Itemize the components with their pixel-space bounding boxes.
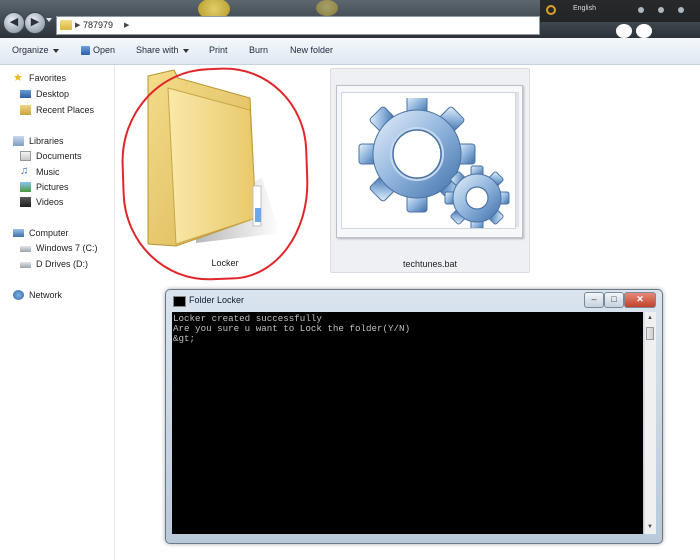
file-name-label: Locker bbox=[211, 258, 239, 268]
thumbnail-scrollbar bbox=[516, 92, 519, 227]
close-button[interactable]: ✕ bbox=[624, 292, 656, 308]
computer-icon bbox=[13, 229, 24, 237]
sidebar-item-label: Documents bbox=[36, 151, 82, 161]
sidebar-item-label: Network bbox=[29, 290, 63, 300]
tray-app-icon[interactable] bbox=[546, 5, 556, 15]
share-with-button[interactable]: Share with bbox=[136, 45, 189, 55]
back-button[interactable]: ◀ bbox=[3, 12, 25, 34]
documents-icon bbox=[20, 151, 31, 161]
desktop-icon bbox=[20, 90, 31, 98]
sidebar-item-label: Music bbox=[36, 167, 60, 177]
folder-icon bbox=[60, 20, 72, 30]
gears-icon bbox=[358, 98, 510, 228]
scroll-down-icon[interactable]: ▼ bbox=[647, 524, 653, 530]
sidebar-item-libraries[interactable]: Libraries bbox=[13, 136, 64, 146]
console-line: &gt; bbox=[173, 333, 196, 344]
navigation-pane: ★ Favorites Desktop Recent Places Librar… bbox=[0, 65, 115, 560]
sidebar-item-recent-places[interactable]: Recent Places bbox=[20, 105, 95, 115]
open-icon bbox=[81, 46, 90, 55]
open-button[interactable]: Open bbox=[93, 45, 115, 55]
console-output[interactable]: Locker created successfully Are you sure… bbox=[172, 312, 643, 534]
tray-icon[interactable] bbox=[678, 7, 684, 13]
sidebar-item-drive-d[interactable]: D Drives (D:) bbox=[20, 259, 88, 269]
forward-button[interactable]: ▶ bbox=[24, 12, 46, 34]
console-line: Are you sure u want to Lock the folder(Y… bbox=[173, 323, 411, 334]
command-toolbar: Organize Open Share with Print Burn New … bbox=[0, 38, 700, 65]
sidebar-item-documents[interactable]: Documents bbox=[20, 151, 82, 161]
tray-icon[interactable] bbox=[638, 7, 644, 13]
sidebar-item-label: Recent Places bbox=[36, 105, 95, 115]
burn-button[interactable]: Burn bbox=[249, 45, 268, 55]
wallpaper-eyes-decoration bbox=[616, 24, 656, 38]
sidebar-item-label: Libraries bbox=[29, 136, 64, 146]
annotation-circle bbox=[118, 64, 312, 284]
scroll-thumb[interactable] bbox=[646, 327, 654, 340]
sidebar-item-label: Favorites bbox=[29, 73, 67, 83]
sidebar-item-label: Videos bbox=[36, 197, 64, 207]
music-icon: ♫ bbox=[20, 165, 29, 177]
sidebar-item-music[interactable]: ♫ Music bbox=[20, 165, 60, 177]
chevron-right-icon[interactable]: ▶ bbox=[124, 21, 129, 29]
file-item-locker[interactable]: Locker bbox=[118, 64, 312, 284]
console-window[interactable]: Folder Locker – □ ✕ Locker created succe… bbox=[165, 289, 663, 544]
videos-icon bbox=[20, 197, 31, 207]
sidebar-item-label: Pictures bbox=[36, 182, 69, 192]
organize-button[interactable]: Organize bbox=[12, 45, 59, 55]
sidebar-item-drive-c[interactable]: Windows 7 (C:) bbox=[20, 243, 98, 253]
console-icon bbox=[173, 296, 186, 307]
scroll-up-icon[interactable]: ▲ bbox=[647, 315, 653, 321]
system-tray: English bbox=[540, 0, 700, 22]
back-arrow-icon: ◀ bbox=[9, 16, 19, 28]
sidebar-item-label: Computer bbox=[29, 228, 69, 238]
drive-icon bbox=[20, 262, 31, 268]
maximize-button[interactable]: □ bbox=[604, 292, 624, 308]
sidebar-item-desktop[interactable]: Desktop bbox=[20, 89, 70, 99]
file-thumbnail bbox=[336, 85, 523, 238]
forward-arrow-icon: ▶ bbox=[30, 16, 40, 28]
tray-icon[interactable] bbox=[658, 7, 664, 13]
language-indicator[interactable]: English bbox=[573, 5, 596, 12]
sidebar-item-label: Windows 7 (C:) bbox=[36, 243, 98, 253]
wallpaper-smiley-decoration bbox=[316, 0, 338, 16]
sidebar-item-label: D Drives (D:) bbox=[36, 259, 88, 269]
organize-label: Organize bbox=[12, 45, 49, 55]
sidebar-item-computer[interactable]: Computer bbox=[13, 228, 69, 238]
sidebar-item-videos[interactable]: Videos bbox=[20, 197, 64, 207]
drive-icon bbox=[20, 246, 31, 252]
console-title: Folder Locker bbox=[189, 295, 245, 305]
pictures-icon bbox=[20, 182, 31, 192]
network-icon bbox=[13, 290, 24, 300]
print-button[interactable]: Print bbox=[209, 45, 228, 55]
share-with-label: Share with bbox=[136, 45, 179, 55]
chevron-down-icon bbox=[52, 48, 59, 53]
recent-pages-dropdown[interactable] bbox=[46, 18, 52, 22]
address-bar[interactable]: ▶ 787979 ▶ bbox=[56, 16, 540, 35]
file-name-label: techtunes.bat bbox=[402, 259, 458, 269]
libraries-icon bbox=[13, 136, 24, 146]
star-icon: ★ bbox=[13, 72, 23, 84]
minimize-button[interactable]: – bbox=[584, 292, 604, 308]
new-folder-button[interactable]: New folder bbox=[290, 45, 333, 55]
sidebar-item-pictures[interactable]: Pictures bbox=[20, 182, 69, 192]
console-scrollbar[interactable]: ▲ ▼ bbox=[644, 312, 656, 534]
sidebar-item-network[interactable]: Network bbox=[13, 290, 63, 300]
chevron-right-icon[interactable]: ▶ bbox=[75, 21, 80, 29]
recent-places-icon bbox=[20, 105, 31, 115]
sidebar-item-favorites[interactable]: ★ Favorites bbox=[13, 72, 67, 84]
sidebar-item-label: Desktop bbox=[36, 89, 70, 99]
chevron-down-icon bbox=[182, 48, 189, 53]
address-path[interactable]: 787979 bbox=[83, 20, 113, 30]
explorer-title-bar: ◀ ▶ ▶ 787979 ▶ English bbox=[0, 0, 700, 38]
